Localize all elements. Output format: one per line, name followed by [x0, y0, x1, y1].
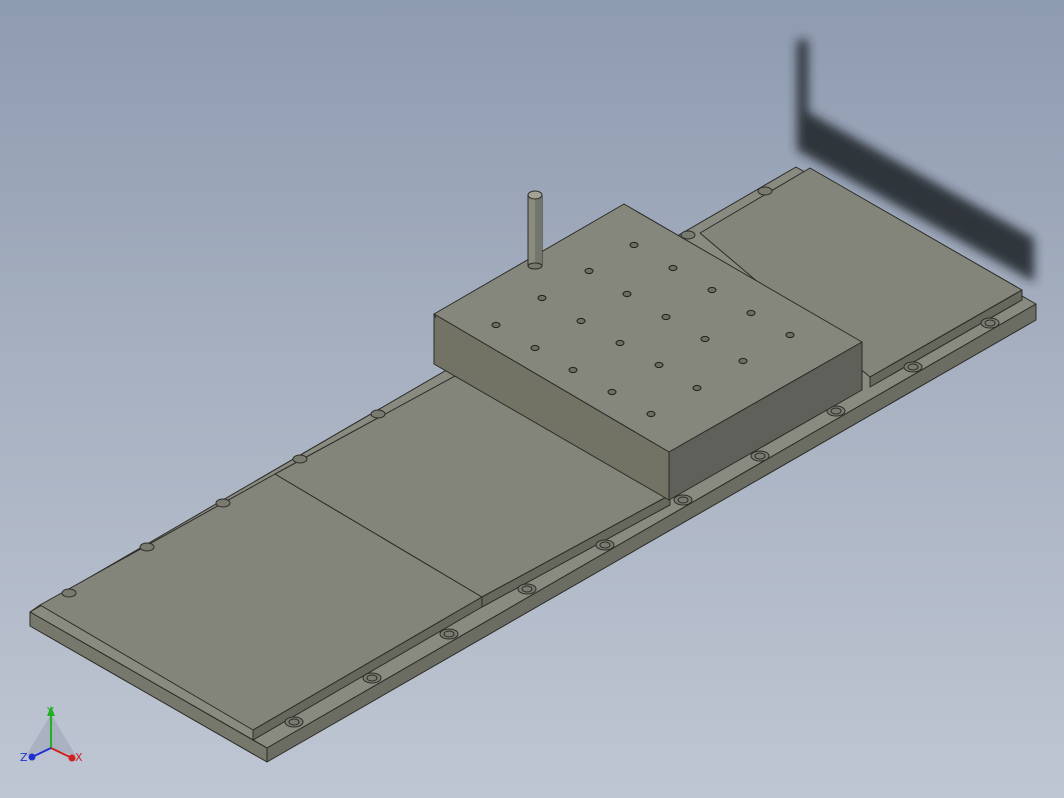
cover-plates[interactable] [29, 167, 1023, 749]
z-axis-tip [28, 753, 36, 761]
model-view[interactable] [0, 0, 1064, 798]
graphics-viewport[interactable]: Y X Z [0, 0, 1064, 798]
view-orientation-triad[interactable]: Y X Z [16, 702, 88, 772]
x-axis-label: X [75, 751, 83, 764]
locating-pin[interactable] [527, 190, 543, 270]
z-axis-label: Z [20, 751, 28, 764]
y-axis-label: Y [46, 705, 54, 718]
